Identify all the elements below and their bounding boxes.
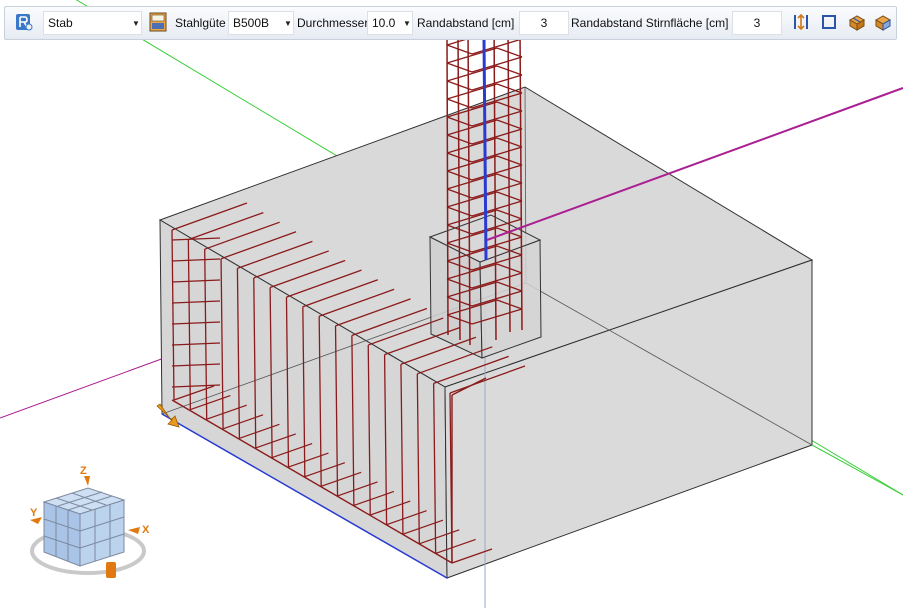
diameter-label: Durchmesser: [297, 16, 369, 30]
edge-distance-input[interactable]: 3: [519, 11, 569, 35]
chevron-down-icon: ▼: [403, 18, 411, 28]
rebar-toolbar: Stab ▼ Stahlgüte B500B ▼ Durchmesser 10.…: [4, 6, 897, 40]
steel-grade-select[interactable]: B500B ▼: [228, 11, 294, 35]
column-stirrup: [496, 47, 523, 58]
column-stirrup: [471, 56, 523, 73]
axis-y-green-front: [811, 444, 903, 496]
direction-swap-icon[interactable]: [790, 11, 812, 33]
steel-grade-label: Stahlgüte: [175, 16, 226, 30]
properties-icon[interactable]: [147, 11, 169, 33]
frame-icon[interactable]: [818, 11, 840, 33]
3d-viewport[interactable]: Z X Y: [0, 0, 903, 608]
place-icon[interactable]: [872, 11, 894, 33]
diameter-value: 10.0: [372, 16, 396, 30]
axis-z-handle[interactable]: Z: [80, 465, 90, 486]
rebar-shape-icon[interactable]: [13, 11, 35, 33]
view-cube-home-handle[interactable]: [106, 562, 116, 578]
column-stirrup: [446, 65, 498, 82]
column-stirrup: [496, 83, 523, 94]
chevron-down-icon: ▼: [284, 18, 292, 28]
diameter-select[interactable]: 10.0 ▼: [367, 11, 413, 35]
element-type-select[interactable]: Stab ▼: [43, 11, 142, 35]
edge-distance-end-input[interactable]: 3: [732, 11, 782, 35]
edge-distance-end-value: 3: [753, 16, 761, 30]
steel-grade-value: B500B: [233, 16, 270, 30]
column-stirrup: [446, 47, 498, 64]
edge-distance-value: 3: [540, 16, 548, 30]
column-axis-bar: [482, 39, 488, 261]
column-stirrup: [446, 83, 498, 100]
chevron-down-icon: ▼: [132, 18, 140, 28]
model-view[interactable]: Z X Y: [0, 0, 903, 608]
distribute-icon[interactable]: [846, 11, 868, 33]
column-stirrup: [471, 74, 523, 91]
axis-x-handle[interactable]: X: [128, 524, 150, 536]
column-longitudinal-bar: [446, 39, 449, 336]
column-stirrup: [471, 38, 523, 55]
svg-text:X: X: [142, 524, 150, 536]
element-type-value: Stab: [48, 16, 73, 30]
view-cube[interactable]: [42, 487, 126, 567]
svg-text:Y: Y: [30, 507, 38, 519]
axis-y-handle[interactable]: Y: [30, 507, 42, 524]
edge-distance-label: Randabstand [cm]: [417, 16, 515, 30]
navigation-cube-icon[interactable]: Z X Y: [30, 465, 150, 578]
svg-text:Z: Z: [80, 465, 87, 477]
edge-distance-end-label: Randabstand Stirnfläche [cm]: [571, 16, 729, 30]
column-stirrup: [496, 65, 523, 76]
